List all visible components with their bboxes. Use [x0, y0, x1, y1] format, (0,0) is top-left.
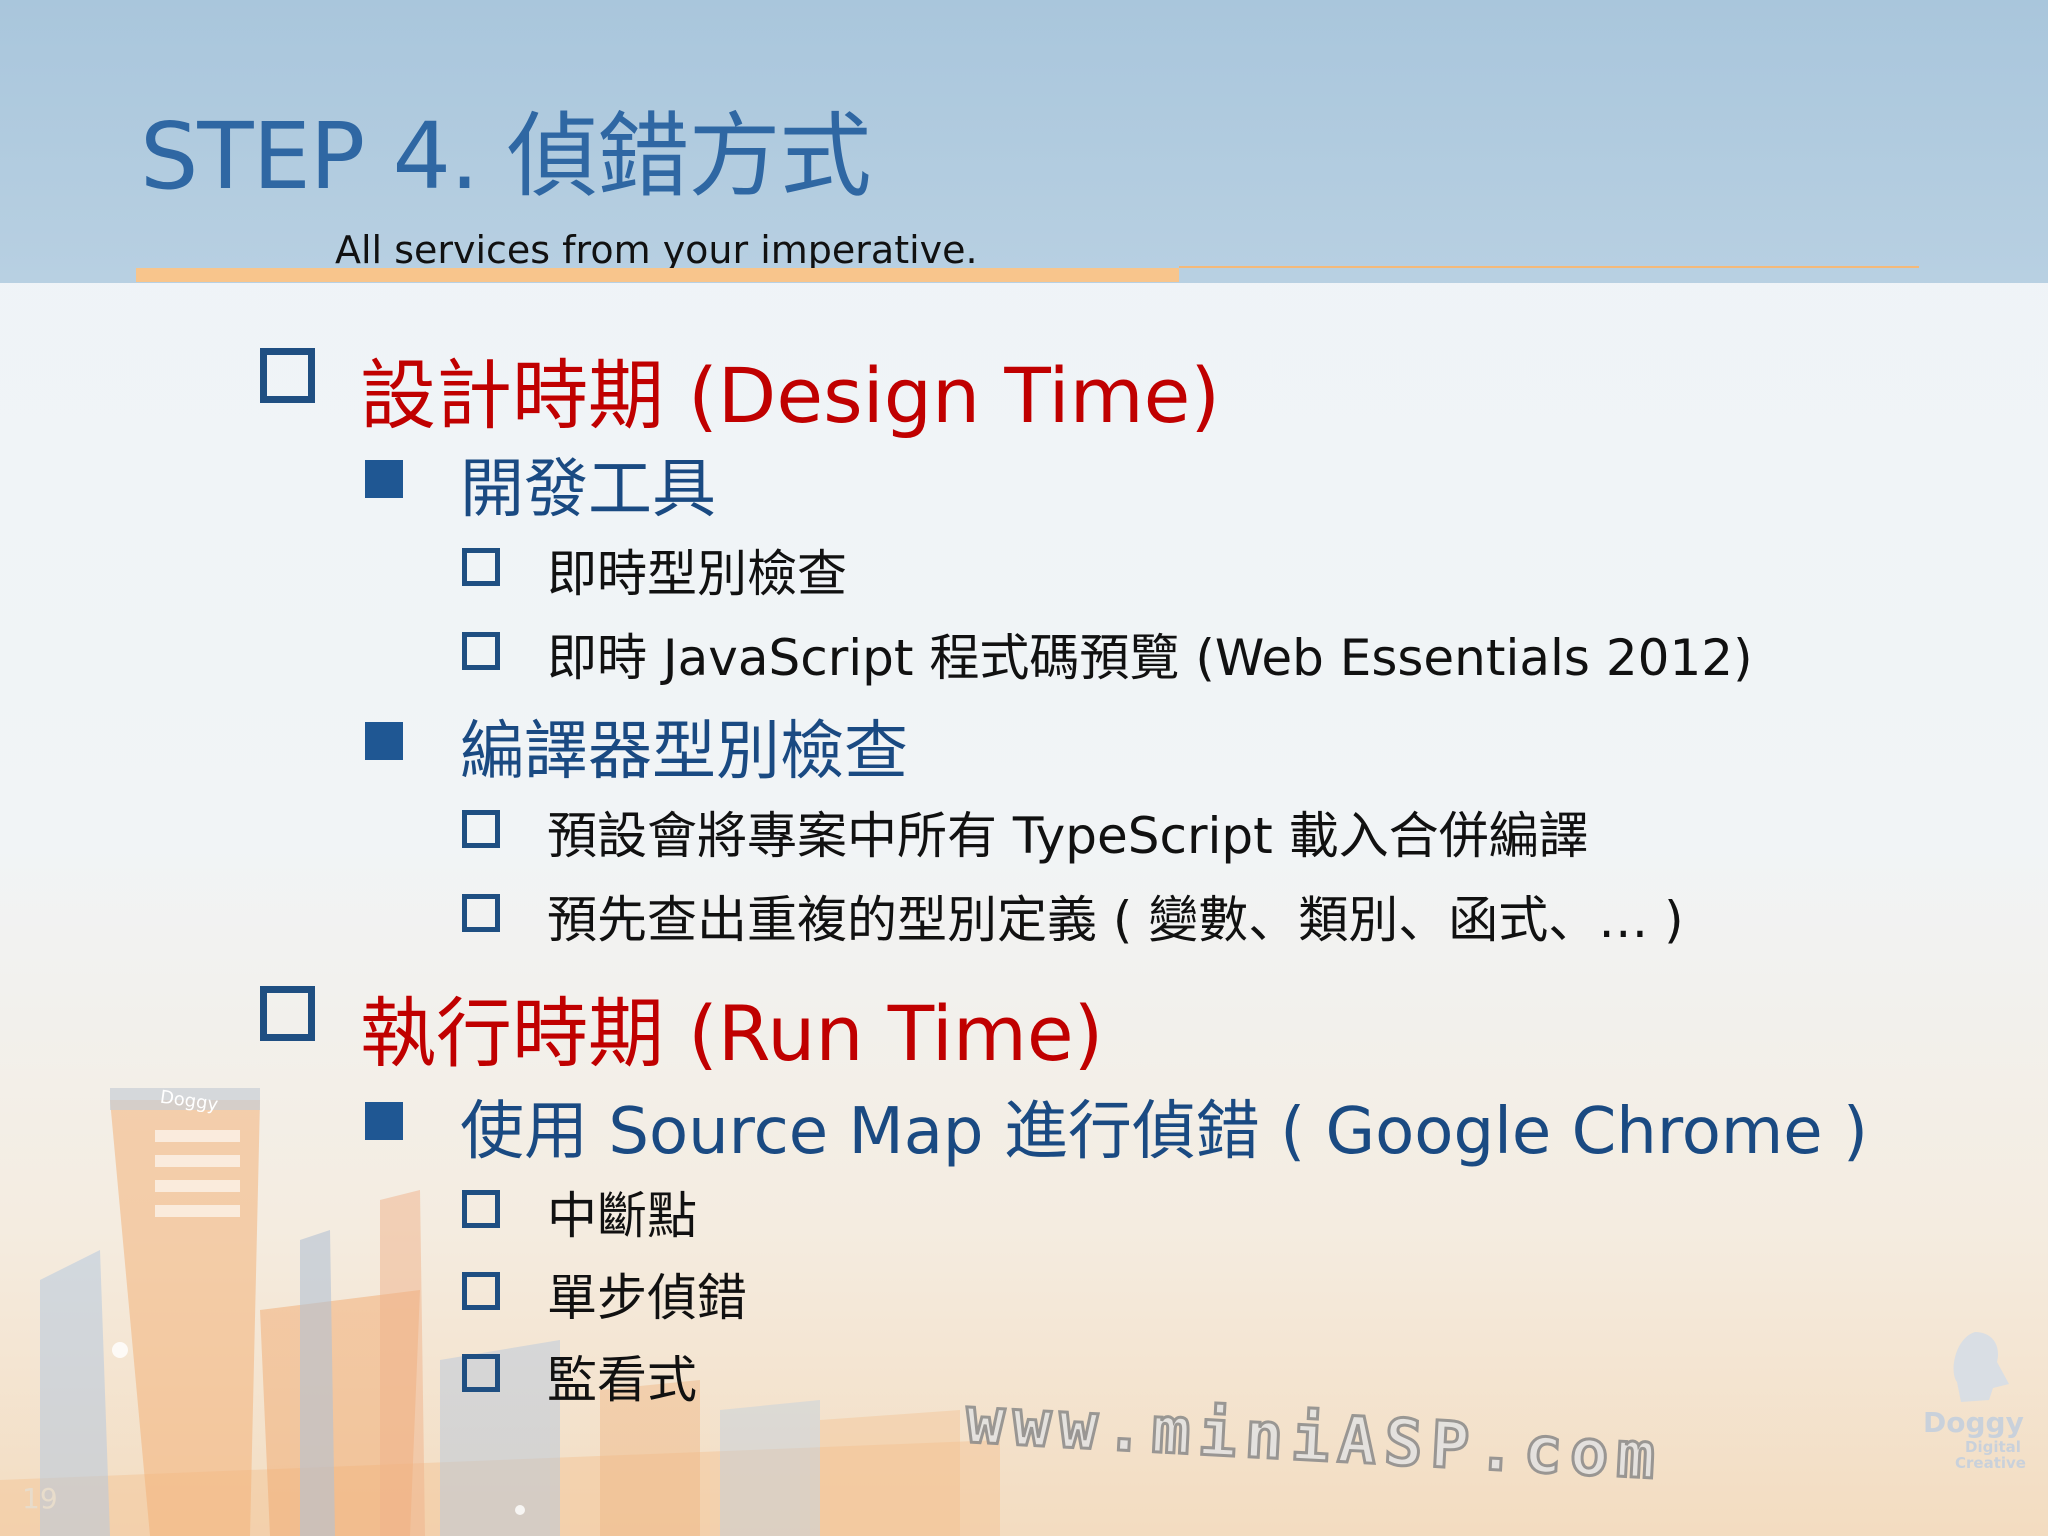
hollow-square-bullet-icon [462, 548, 500, 586]
doggy-logo: Doggy Digital Creative [1923, 1332, 2026, 1472]
outline-item-text: 執行時期 (Run Time) [360, 989, 1104, 1078]
outline-item-text: 使用 Source Map 進行偵錯 ( Google Chrome ) [460, 1095, 1868, 1169]
outline-item-text: 預先查出重複的型別定義 ( 變數、類別、函式、… ) [547, 891, 1684, 949]
hollow-square-bullet-icon [462, 632, 500, 670]
page-number: 19 [22, 1482, 58, 1515]
hollow-square-bullet-icon [462, 1190, 500, 1228]
solid-square-bullet-icon [365, 460, 403, 498]
slide: Doggy STEP 4. 偵錯方式 All services from you… [0, 0, 2048, 1536]
slide-title: STEP 4. 偵錯方式 [140, 103, 871, 210]
outline-item-text: 中斷點 [547, 1187, 697, 1245]
slide-subtitle: All services from your imperative. [335, 228, 978, 272]
solid-square-bullet-icon [365, 1102, 403, 1140]
outline-item-text: 即時 JavaScript 程式碼預覽 (Web Essentials 2012… [547, 629, 1753, 687]
hollow-square-bullet-icon [260, 348, 315, 403]
title-underline-accent [136, 268, 1179, 282]
svg-text:Doggy: Doggy [1923, 1406, 2024, 1439]
website-watermark: www.miniASP.com [963, 1382, 1667, 1495]
outline-item-text: 編譯器型別檢查 [460, 715, 908, 789]
hollow-square-bullet-icon [462, 810, 500, 848]
title-underline-line [1179, 266, 1919, 268]
solid-square-bullet-icon [365, 722, 403, 760]
outline-item-text: 單步偵錯 [547, 1269, 747, 1327]
svg-text:Creative: Creative [1955, 1454, 2026, 1472]
hollow-square-bullet-icon [260, 986, 315, 1041]
hollow-square-bullet-icon [462, 1354, 500, 1392]
hollow-square-bullet-icon [462, 894, 500, 932]
outline-item-text: 監看式 [547, 1351, 697, 1409]
hollow-square-bullet-icon [462, 1272, 500, 1310]
outline-item-text: 預設會將專案中所有 TypeScript 載入合併編譯 [547, 807, 1589, 865]
outline-item-text: 開發工具 [460, 453, 716, 527]
outline-item-text: 設計時期 (Design Time) [360, 351, 1221, 440]
outline-item-text: 即時型別檢查 [547, 545, 847, 603]
